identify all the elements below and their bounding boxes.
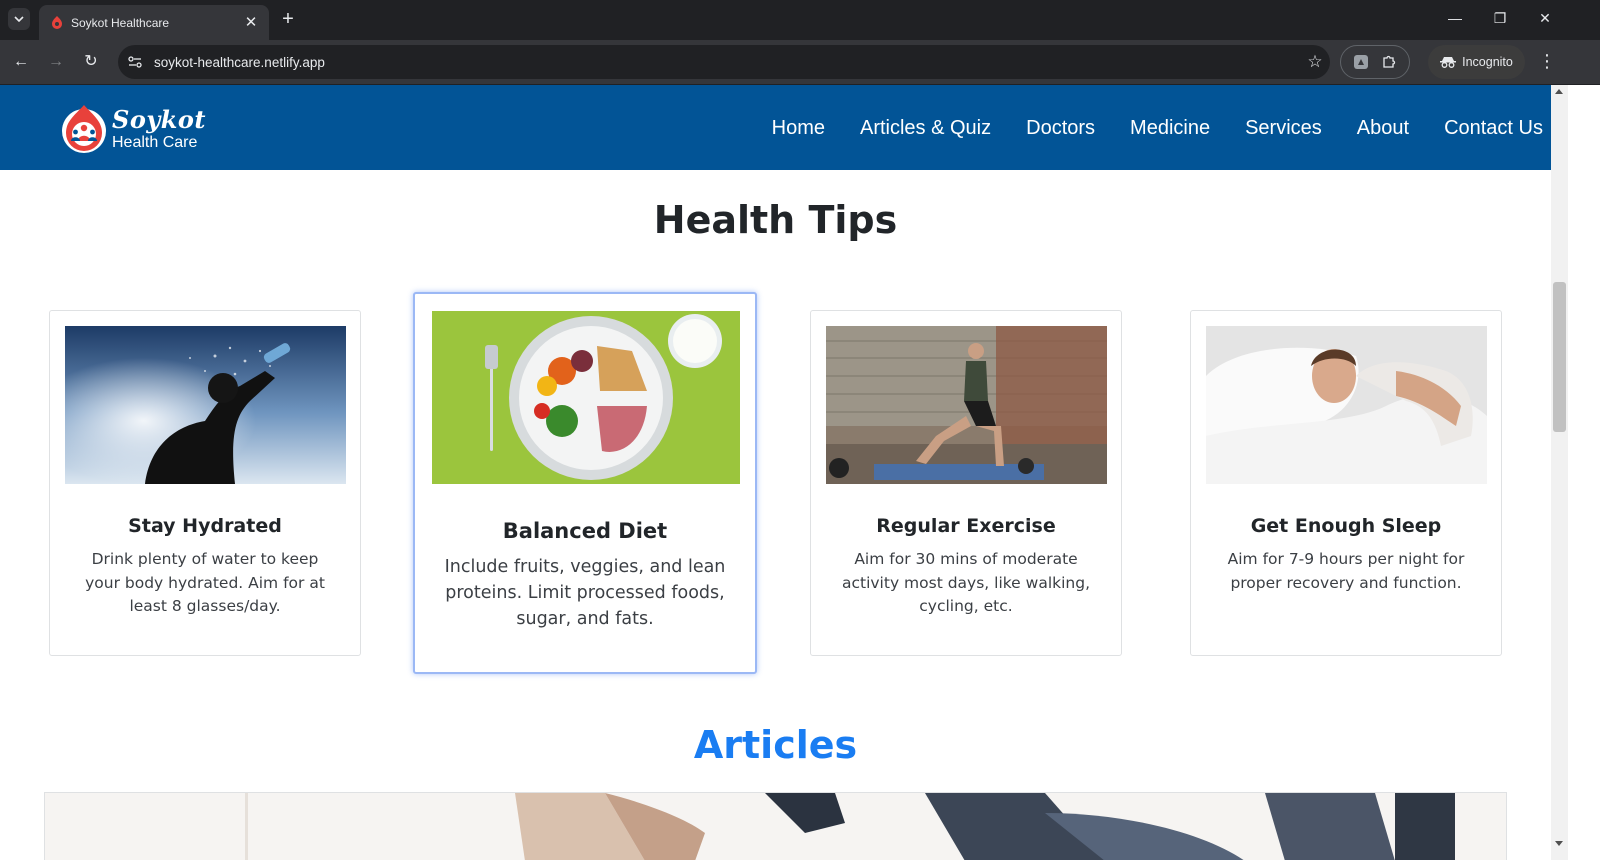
page-scrollbar[interactable] bbox=[1551, 85, 1568, 860]
card-title: Balanced Diet bbox=[502, 519, 668, 543]
health-tip-card-diet[interactable]: Balanced Diet Include fruits, veggies, a… bbox=[413, 292, 757, 674]
nav-link-doctors[interactable]: Doctors bbox=[1026, 117, 1095, 140]
hydration-image bbox=[65, 326, 346, 484]
article-banner-image[interactable] bbox=[44, 792, 1507, 860]
main-navigation: Home Articles & Quiz Doctors Medicine Se… bbox=[772, 117, 1543, 140]
card-text: Include fruits, veggies, and lean protei… bbox=[444, 557, 726, 629]
card-text: Aim for 30 mins of moderate activity mos… bbox=[841, 550, 1090, 615]
close-window-icon[interactable]: ✕ bbox=[1535, 10, 1555, 27]
nav-link-articles-quiz[interactable]: Articles & Quiz bbox=[860, 117, 991, 140]
address-bar[interactable]: soykot-healthcare.netlify.app ☆ bbox=[118, 45, 1330, 79]
exercise-image bbox=[826, 326, 1107, 484]
url-text[interactable]: soykot-healthcare.netlify.app bbox=[154, 55, 1300, 70]
scroll-up-arrow-icon[interactable] bbox=[1555, 89, 1563, 94]
incognito-badge[interactable]: Incognito bbox=[1428, 45, 1525, 79]
healthcare-logo-icon bbox=[62, 105, 106, 153]
articles-heading: Articles bbox=[693, 723, 858, 767]
browser-tab[interactable]: Soykot Healthcare ✕ bbox=[39, 5, 269, 40]
minimize-icon[interactable]: — bbox=[1445, 10, 1465, 26]
site-favicon-icon bbox=[51, 16, 63, 30]
browser-toolbar: ← → ↻ soykot-healthcare.netlify.app ☆ In… bbox=[0, 40, 1600, 85]
brand-logo-link[interactable]: Soykot Health Care bbox=[60, 103, 206, 155]
chevron-down-icon bbox=[14, 16, 24, 22]
reload-icon[interactable]: ↻ bbox=[81, 52, 101, 72]
nav-link-medicine[interactable]: Medicine bbox=[1130, 117, 1210, 140]
site-info-icon[interactable] bbox=[124, 51, 146, 73]
nav-link-home[interactable]: Home bbox=[772, 117, 825, 140]
scrollbar-thumb[interactable] bbox=[1553, 282, 1566, 432]
card-title: Regular Exercise bbox=[876, 515, 1056, 537]
nav-link-services[interactable]: Services bbox=[1245, 117, 1322, 140]
nav-link-contact-us[interactable]: Contact Us bbox=[1444, 117, 1543, 140]
extensions-group bbox=[1340, 45, 1410, 79]
health-tip-card-sleep[interactable]: Get Enough Sleep Aim for 7-9 hours per n… bbox=[1190, 310, 1502, 656]
incognito-icon bbox=[1440, 57, 1457, 68]
bookmark-star-icon[interactable]: ☆ bbox=[1300, 52, 1330, 72]
new-tab-button[interactable]: + bbox=[277, 9, 299, 29]
window-edge bbox=[1568, 85, 1600, 860]
card-title: Get Enough Sleep bbox=[1250, 515, 1442, 537]
card-title: Stay Hydrated bbox=[128, 515, 282, 537]
back-icon[interactable]: ← bbox=[11, 52, 31, 72]
tab-title: Soykot Healthcare bbox=[71, 15, 170, 30]
healthy-plate-image bbox=[432, 311, 740, 484]
puzzle-icon[interactable] bbox=[1380, 53, 1398, 71]
brand-name: Soykot bbox=[112, 104, 207, 134]
sleep-image bbox=[1206, 326, 1487, 484]
incognito-label: Incognito bbox=[1462, 55, 1513, 69]
card-text: Drink plenty of water to keep your body … bbox=[85, 550, 325, 615]
scroll-down-arrow-icon[interactable] bbox=[1555, 841, 1563, 846]
tab-search-button[interactable] bbox=[8, 8, 30, 30]
browser-menu-icon[interactable]: ⋮ bbox=[1537, 51, 1557, 71]
tab-close-icon[interactable]: ✕ bbox=[243, 15, 259, 30]
health-tip-card-exercise[interactable]: Regular Exercise Aim for 30 mins of mode… bbox=[810, 310, 1122, 656]
forward-icon[interactable]: → bbox=[46, 52, 66, 72]
health-tip-card-hydration[interactable]: Stay Hydrated Drink plenty of water to k… bbox=[49, 310, 361, 656]
nav-link-about[interactable]: About bbox=[1357, 117, 1409, 140]
health-tips-heading: Health Tips bbox=[653, 198, 898, 242]
card-text: Aim for 7-9 hours per night for proper r… bbox=[1227, 550, 1465, 592]
brand-subtitle: Health Care bbox=[112, 133, 198, 151]
restore-icon[interactable]: ❐ bbox=[1490, 10, 1510, 27]
browser-tab-strip: Soykot Healthcare ✕ + — ❐ ✕ bbox=[0, 0, 1600, 40]
extension-app-icon[interactable] bbox=[1352, 53, 1370, 71]
